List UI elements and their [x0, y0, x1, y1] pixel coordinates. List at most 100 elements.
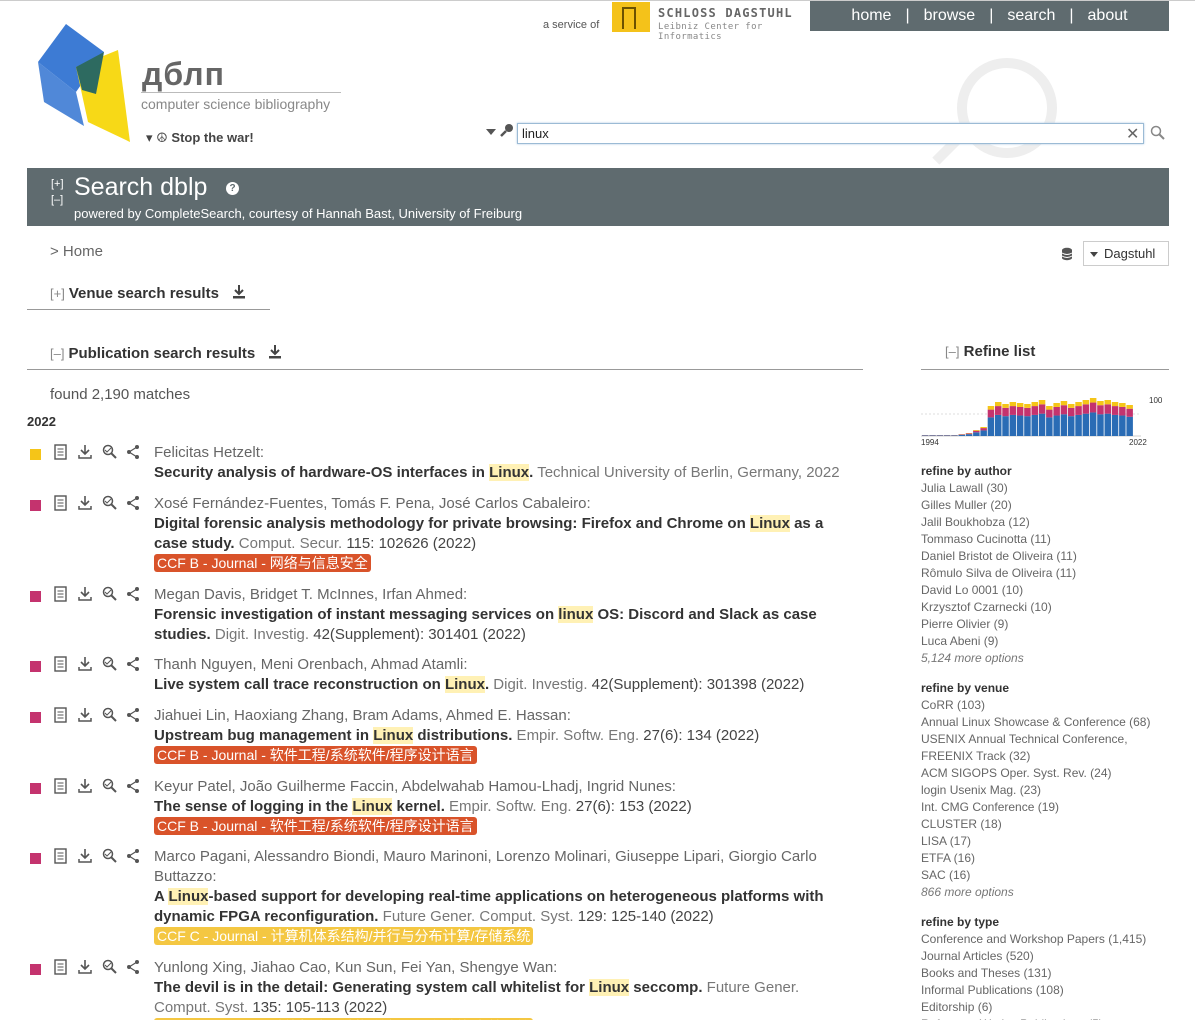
entry-venue[interactable]: Future Gener. Comput. Syst. 129: 125-140… — [378, 908, 714, 925]
entry-authors[interactable]: Keyur Patel, João Guilherme Faccin, Abde… — [154, 778, 676, 795]
citation-search-icon[interactable] — [102, 778, 118, 794]
histogram-bar[interactable] — [1075, 402, 1082, 407]
venue-volume[interactable]: 129: 125-140 (2022) — [578, 908, 714, 925]
venue-volume[interactable]: 42(Supplement): 301398 (2022) — [592, 676, 805, 693]
share-icon[interactable] — [126, 959, 140, 975]
citation-search-icon[interactable] — [102, 848, 118, 864]
dagstuhl-logo[interactable]: SCHLOSS DAGSTUHL Leibniz Center for Info… — [612, 2, 797, 42]
share-icon[interactable] — [126, 656, 140, 672]
venue-toggle[interactable]: [+] — [50, 286, 65, 301]
download-icon[interactable] — [269, 345, 282, 359]
histogram-bar[interactable] — [1016, 403, 1024, 407]
search-help-icon[interactable] — [1150, 125, 1166, 141]
histogram-bar[interactable] — [1097, 405, 1104, 415]
histogram-bar[interactable] — [1060, 405, 1068, 415]
histogram-bar[interactable] — [1031, 406, 1039, 415]
share-icon[interactable] — [126, 444, 140, 460]
histogram-bar[interactable] — [922, 435, 929, 436]
refine-option[interactable]: FREENIX Track (32) — [921, 748, 1169, 765]
histogram-bar[interactable] — [1016, 406, 1024, 416]
histogram-bar[interactable] — [951, 435, 958, 436]
citation-search-icon[interactable] — [102, 444, 118, 460]
entry-venue[interactable]: Digit. Investig. 42(Supplement): 301398 … — [489, 676, 804, 693]
refine-option[interactable]: Conference and Workshop Papers (1,415) — [921, 931, 1169, 948]
histogram-bar[interactable] — [1089, 412, 1097, 436]
venue-name[interactable]: Digit. Investig. — [211, 626, 314, 643]
more-options-link[interactable]: 866 more options — [921, 884, 1169, 901]
histogram-bar[interactable] — [1068, 416, 1075, 436]
histogram-bar[interactable] — [936, 435, 944, 436]
refine-toggle[interactable]: [–] — [945, 344, 959, 359]
histogram-bar[interactable] — [943, 435, 951, 436]
histogram-bar[interactable] — [1009, 414, 1017, 436]
help-icon[interactable]: ? — [226, 182, 239, 195]
refine-option[interactable]: Gilles Muller (20) — [921, 497, 1169, 514]
nav-browse[interactable]: browse — [910, 7, 990, 25]
refine-option[interactable]: Annual Linux Showcase & Conference (68) — [921, 714, 1169, 731]
histogram-bar[interactable] — [1119, 406, 1126, 416]
entry-venue[interactable]: Empir. Softw. Eng. 27(6): 134 (2022) — [512, 727, 760, 744]
venue-volume[interactable]: 27(6): 153 (2022) — [576, 798, 692, 815]
histogram-bar[interactable] — [1068, 404, 1075, 408]
histogram-bar[interactable] — [1024, 416, 1031, 436]
venue-volume[interactable]: 135: 105-113 (2022) — [252, 999, 387, 1016]
venue-name[interactable]: Empir. Softw. Eng. — [512, 727, 643, 744]
histogram-bar[interactable] — [1060, 414, 1068, 436]
histogram-bar[interactable] — [1024, 407, 1031, 417]
venue-name[interactable]: Comput. Secur. — [235, 535, 347, 552]
refine-option[interactable]: login Usenix Mag. (23) — [921, 782, 1169, 799]
refine-option[interactable]: CLUSTER (18) — [921, 816, 1169, 833]
histogram-bar[interactable] — [1126, 416, 1133, 436]
electronic-edition-icon[interactable] — [54, 778, 68, 794]
histogram-bar[interactable] — [1082, 400, 1090, 405]
share-icon[interactable] — [126, 586, 140, 602]
venue-results-header[interactable]: [+] Venue search results — [50, 285, 246, 302]
share-icon[interactable] — [126, 495, 140, 511]
electronic-edition-icon[interactable] — [54, 656, 68, 672]
search-input[interactable] — [517, 123, 1144, 144]
histogram-bar[interactable] — [987, 409, 995, 418]
share-icon[interactable] — [126, 707, 140, 723]
entry-authors[interactable]: Thanh Nguyen, Meni Orenbach, Ahmad Ataml… — [154, 656, 468, 673]
histogram-bar[interactable] — [980, 427, 987, 429]
histogram-bar[interactable] — [973, 430, 980, 431]
refine-option[interactable]: Krzysztof Czarnecki (10) — [921, 599, 1169, 616]
histogram-bar[interactable] — [1097, 414, 1104, 436]
histogram-bar[interactable] — [1009, 402, 1017, 407]
refine-option[interactable]: ACM SIGOPS Oper. Syst. Rev. (24) — [921, 765, 1169, 782]
stop-war-link[interactable]: ▾ ☮ Stop the war! — [146, 130, 254, 146]
refine-option[interactable]: Daniel Bristot de Oliveira (11) — [921, 548, 1169, 565]
entry-venue[interactable]: Comput. Secur. 115: 102626 (2022) — [235, 535, 476, 552]
breadcrumb[interactable]: > Home — [50, 243, 103, 260]
refine-option[interactable]: Jalil Boukhobza (12) — [921, 514, 1169, 531]
download-icon[interactable] — [233, 285, 246, 299]
export-download-icon[interactable] — [78, 586, 92, 602]
venue-name[interactable]: Empir. Softw. Eng. — [445, 798, 576, 815]
histogram-bar[interactable] — [1053, 415, 1060, 436]
histogram-bar[interactable] — [1009, 406, 1017, 415]
histogram-bar[interactable] — [1046, 406, 1053, 410]
venue-volume[interactable]: 115: 102626 (2022) — [346, 535, 476, 552]
refine-option[interactable]: Tommaso Cucinotta (11) — [921, 531, 1169, 548]
refine-option[interactable]: Editorship (6) — [921, 999, 1169, 1016]
export-download-icon[interactable] — [78, 495, 92, 511]
entry-authors[interactable]: Marco Pagani, Alessandro Biondi, Mauro M… — [154, 848, 817, 885]
histogram-bar[interactable] — [1002, 407, 1009, 417]
histogram-bar[interactable] — [1075, 406, 1082, 415]
export-download-icon[interactable] — [78, 848, 92, 864]
histogram-bar[interactable] — [1068, 407, 1075, 417]
histogram-bar[interactable] — [1111, 402, 1119, 407]
hannah-bast-link[interactable]: Hannah Bast — [316, 206, 391, 221]
venue-name[interactable]: Technical University of Berlin, Germany,… — [533, 464, 839, 481]
entry-venue[interactable]: Digit. Investig. 42(Supplement): 301401 … — [211, 626, 526, 643]
nav-home[interactable]: home — [837, 7, 905, 25]
histogram-bar[interactable] — [1097, 401, 1104, 406]
freiburg-link[interactable]: University of Freiburg — [399, 206, 523, 221]
refine-option[interactable]: Julia Lawall (30) — [921, 480, 1169, 497]
electronic-edition-icon[interactable] — [54, 848, 68, 864]
database-icon[interactable] — [1061, 247, 1073, 261]
refine-option[interactable]: SAC (16) — [921, 867, 1169, 884]
search-options-dropdown[interactable] — [486, 129, 496, 135]
venue-name[interactable]: Digit. Investig. — [489, 676, 592, 693]
histogram-bar[interactable] — [1046, 409, 1053, 418]
